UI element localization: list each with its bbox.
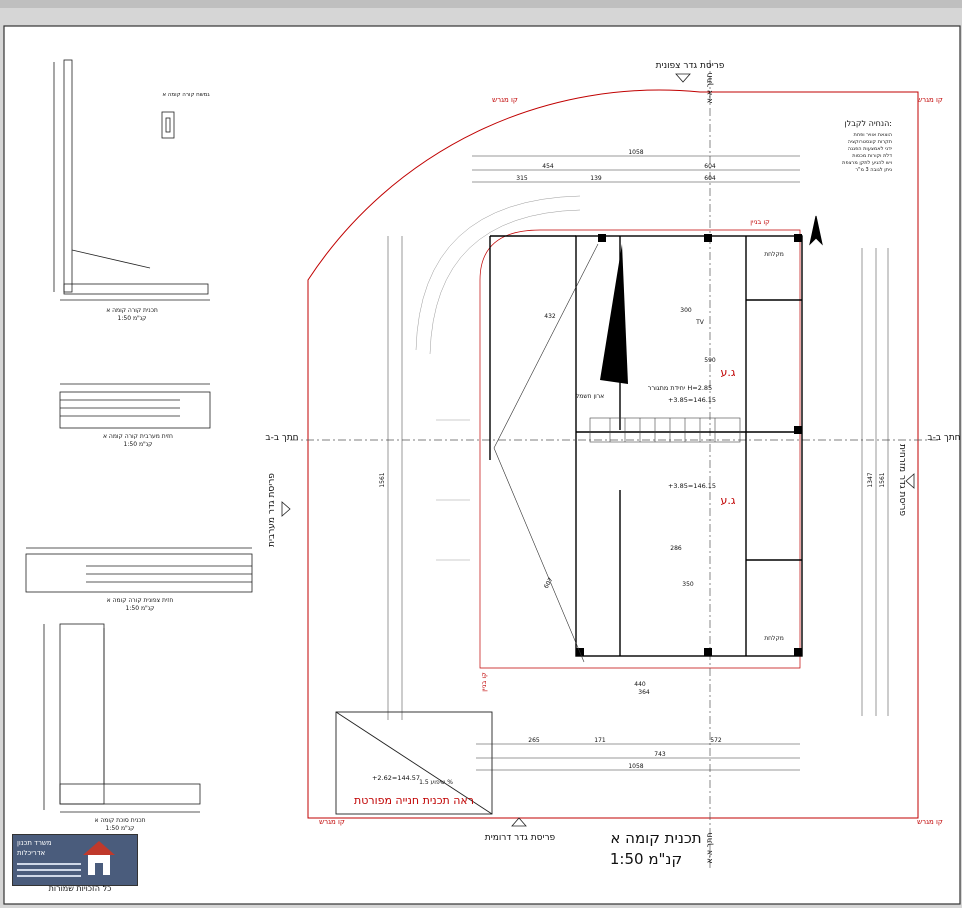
sheet-border xyxy=(3,25,961,905)
dim-590: 590 xyxy=(704,357,716,364)
stamp-rule-1 xyxy=(17,863,81,865)
stamp-rule-3 xyxy=(17,875,81,877)
section-aa-top: חתך א-א xyxy=(705,73,714,104)
section-bb-left: חתך ב-ב xyxy=(265,433,298,443)
detail1-title: תכנית קורה קומה א xyxy=(106,307,158,314)
house-logo-icon xyxy=(83,841,115,875)
section-aa-bottom: חתך א-א xyxy=(705,833,714,864)
fence-north-label: פריסת גדר צפונית xyxy=(656,61,725,71)
detail-top-title: גמשח קורה קומה א xyxy=(162,92,210,98)
dim-1561-left: 1561 xyxy=(379,472,386,487)
notes-line-3: ידני לאמצעות הפגנה xyxy=(848,146,892,152)
notes-line-1: הוצאת אוויר ופחת xyxy=(854,132,892,138)
plot-line-label-top-left: קו מגרש xyxy=(492,96,518,104)
detail1-scale: קנ"מ 1:50 xyxy=(118,315,147,322)
dim-454: 454 xyxy=(542,163,554,170)
room-shower-bottom: מקלחת xyxy=(764,635,784,642)
notes-line-6: ניתן לגובה 3 מ"ר xyxy=(855,167,892,173)
stamp-line-1: משרד תכנון xyxy=(17,839,52,847)
dim-432: 432 xyxy=(544,313,556,320)
dim-604-b: 604 xyxy=(704,175,716,182)
notes-heading: הנחיה לקבלן: xyxy=(845,119,893,128)
notes-line-2: תקרות קונסטרוקציה xyxy=(848,139,892,145)
see-parking-plan: ראה תכנית חנייה מפורטת xyxy=(354,794,474,807)
detail3-title: חזית צפונית קורה קומה א xyxy=(107,597,174,604)
unit-label-b: ג.ע xyxy=(721,494,736,507)
dim-300: 300 xyxy=(680,307,692,314)
dim-1561-right: 1561 xyxy=(879,472,886,487)
dim-572: 572 xyxy=(710,737,722,744)
detail2-scale: קנ"מ 1:50 xyxy=(124,441,153,448)
room-shower-top: מקלחת xyxy=(764,251,784,258)
detail4-title: תכנית סוכת קומה א xyxy=(94,817,145,824)
dim-315-top: 315 xyxy=(516,175,528,182)
stamp-rule-2 xyxy=(17,869,81,871)
plan-title: תכנית קומה א xyxy=(610,829,701,847)
notes-line-4: דלת וקורות מכסות xyxy=(852,153,892,159)
detail2-title: חזית מערבית קורה קומה א xyxy=(103,433,173,440)
room-electric-closet: ארון חשמל xyxy=(576,393,604,400)
section-bb-right: חתך ב-ב xyxy=(927,433,960,443)
building-line-label-left: קו בניין xyxy=(480,672,488,692)
dim-286: 286 xyxy=(670,545,682,552)
slope-label: שיפוע 1.5 % xyxy=(419,779,453,786)
dim-604-a: 604 xyxy=(704,163,716,170)
plan-scale: קנ"מ 1:50 xyxy=(610,850,682,868)
architect-stamp: משרד תכנון אדריכלות xyxy=(12,834,138,886)
fence-south-label: פריסת גדר דרומית xyxy=(485,833,556,843)
unit-note: יחידת מתגורר H=2.85 xyxy=(648,384,712,392)
copyright-note: כל הזכויות שמורות xyxy=(48,884,112,893)
dim-350: 350 xyxy=(682,581,694,588)
building-line-label-top: קו בניין xyxy=(750,218,770,226)
dim-1058-top: 1058 xyxy=(628,149,643,156)
dim-1058-bottom: 1058 xyxy=(628,763,643,770)
floor-plan-drawing: פריסת גדר צפונית פריסת גדר דרומית פריסת … xyxy=(0,0,962,905)
detail4-scale: קנ"מ 1:50 xyxy=(106,825,135,832)
plot-line-label-bottom-right: קו מגרש xyxy=(917,818,943,826)
unit-label-a: ג.ע xyxy=(721,366,736,379)
notes-line-5: ויש להגיע לתקן מרצפת xyxy=(842,160,892,166)
fence-east-label: פריסת גדר מזרחית xyxy=(897,444,907,516)
dim-440: 440 xyxy=(634,681,646,688)
plot-line-label-top-right: קו מגרש xyxy=(917,96,943,104)
dim-171: 171 xyxy=(594,737,606,744)
stamp-line-2: אדריכלות xyxy=(17,849,46,857)
elevation-1: +3.85=146.15 xyxy=(668,396,716,404)
dim-743: 743 xyxy=(654,751,666,758)
detail3-scale: קנ"מ 1:50 xyxy=(126,605,155,612)
dim-364: 364 xyxy=(638,689,650,696)
plot-line-label-bottom-left: קו מגרש xyxy=(319,818,345,826)
drawing-sheet: פריסת גדר צפונית פריסת גדר דרומית פריסת … xyxy=(0,0,962,908)
elevation-2: +3.85=146.15 xyxy=(668,482,716,490)
room-tv: TV xyxy=(695,319,705,326)
dim-265: 265 xyxy=(528,737,540,744)
fence-west-label: פריסת גדר מערבית xyxy=(267,473,277,547)
dim-139: 139 xyxy=(590,175,602,182)
dim-1347: 1347 xyxy=(867,472,874,487)
elevation-3: +2.62=144.57 xyxy=(372,774,420,782)
